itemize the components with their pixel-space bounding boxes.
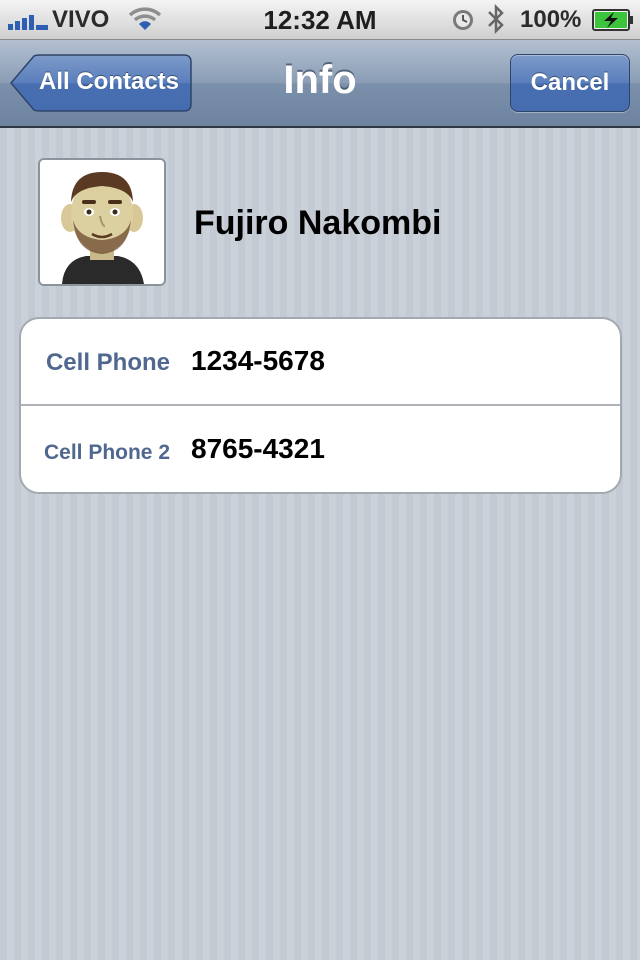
nav-bar: All Contacts Info Cancel [0, 40, 640, 128]
phone-label: Cell Phone 2 [43, 441, 170, 464]
battery-percent: 100% [520, 6, 582, 33]
avatar-cartoon-icon [40, 160, 164, 284]
battery-charging-icon [592, 9, 633, 31]
contact-name: Fujiro Nakombi [194, 204, 442, 242]
cancel-button[interactable]: Cancel [510, 54, 630, 112]
alarm-clock-icon [453, 10, 473, 30]
phone-label: Cell Phone [45, 349, 170, 376]
bluetooth-icon [488, 4, 504, 34]
status-bar: VIVO 12:32 AM 100% [0, 0, 640, 40]
contact-info-content: Fujiro Nakombi Cell Phone 1234-5678 Cell… [0, 128, 640, 960]
contact-avatar[interactable] [38, 158, 166, 286]
phone-number: 1234-5678 [191, 345, 325, 376]
phone-row[interactable]: Cell Phone 2 8765-4321 [21, 407, 620, 492]
phone-row[interactable]: Cell Phone 1234-5678 [21, 319, 620, 406]
phone-numbers-group: Cell Phone 1234-5678 Cell Phone 2 8765-4… [19, 317, 622, 494]
phone-number: 8765-4321 [191, 433, 325, 464]
